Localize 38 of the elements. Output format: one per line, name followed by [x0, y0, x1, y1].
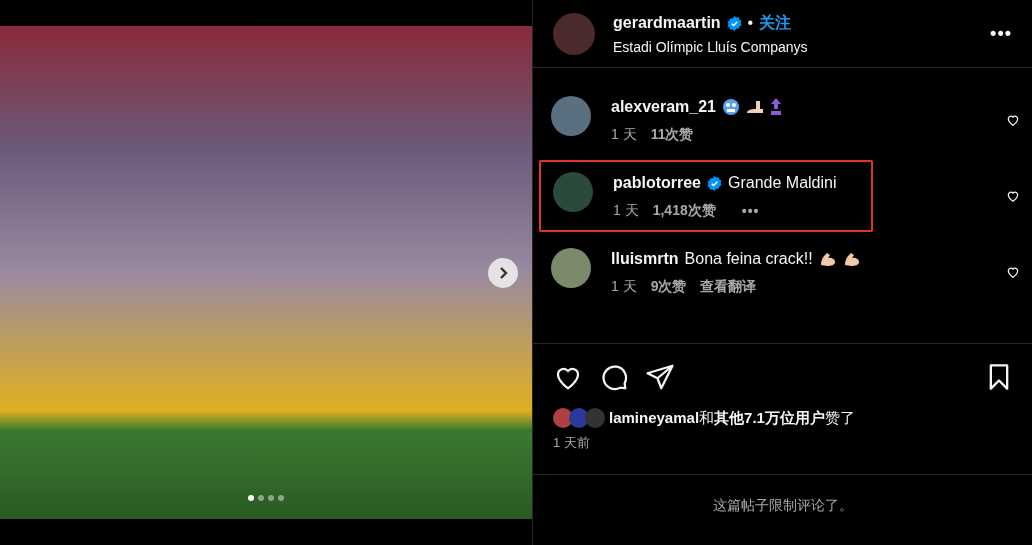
username[interactable]: pablotorree [613, 174, 701, 192]
username[interactable]: alexveram_21 [611, 98, 716, 116]
location-text: Estadi Olímpic Lluís Companys [613, 38, 809, 55]
cold-face-icon [722, 98, 740, 116]
likes-summary: lamineyamal和其他7.1万位用户赞了 [609, 408, 855, 428]
top-arrow-icon [770, 98, 782, 116]
foot-icon [746, 101, 764, 113]
separator-dot: • [747, 14, 754, 32]
like-heart-icon[interactable] [1006, 265, 1020, 279]
next-slide-button[interactable] [488, 258, 518, 288]
avatar[interactable] [551, 96, 591, 136]
chevron-right-icon [497, 266, 509, 280]
comment-text: Bona feina crack!! [684, 250, 813, 268]
translate-link[interactable]: 查看翻译 [700, 278, 757, 296]
like-count[interactable]: 11次赞 [650, 126, 694, 144]
avatar [585, 408, 605, 428]
comments-limited-notice: 这篇帖子限制评论了。 [712, 497, 853, 515]
flexed-arm-icon [818, 251, 837, 267]
paper-plane-icon[interactable] [645, 362, 675, 392]
avatar [569, 408, 589, 428]
comment-bubble-icon[interactable] [599, 362, 629, 392]
username[interactable]: gerardmaartin [613, 14, 721, 32]
comment-text: Grande Maldini [728, 174, 837, 192]
avatar[interactable] [551, 248, 591, 288]
like-heart-icon[interactable] [1006, 189, 1020, 203]
more-options-button[interactable]: ••• [990, 23, 1012, 44]
flexed-arm-icon [842, 251, 861, 267]
like-count[interactable]: 1,418次赞 [652, 202, 716, 220]
post-time: 1 天前 [552, 434, 591, 452]
like-count[interactable]: 9次赞 [650, 278, 687, 296]
username[interactable]: lluismrtn [611, 250, 679, 268]
comment-time: 1 天 [611, 126, 637, 144]
avatar [553, 408, 573, 428]
comment-time: 1 天 [611, 278, 637, 296]
comment-options-button[interactable]: ••• [741, 203, 760, 219]
follow-button[interactable]: 关注 [759, 12, 792, 34]
comment-time: 1 天 [613, 202, 639, 220]
like-heart-icon[interactable] [1006, 113, 1020, 127]
